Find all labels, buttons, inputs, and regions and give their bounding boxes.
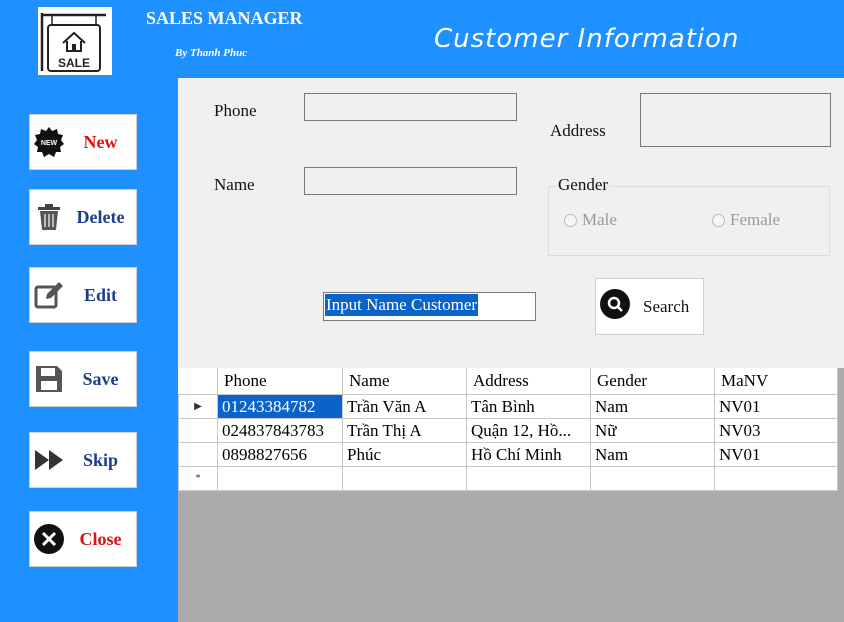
current-row-arrow-icon: ▶ <box>178 394 218 419</box>
app-title: SALES MANAGER <box>146 8 303 28</box>
search-button[interactable]: Search <box>595 278 704 335</box>
edit-button-label: Edit <box>83 284 117 305</box>
female-radio-circle <box>712 213 725 227</box>
column-header-name[interactable]: Name <box>342 368 467 395</box>
table-cell[interactable]: NV01 <box>714 442 838 467</box>
table-cell[interactable]: Trần Thị A <box>342 418 467 443</box>
row-header-corner <box>178 368 218 395</box>
table-cell[interactable]: Nam <box>590 394 715 419</box>
table-cell[interactable]: NV01 <box>714 394 838 419</box>
table-cell[interactable]: NV03 <box>714 418 838 443</box>
table-header-row: Phone Name Address Gender MaNV <box>178 368 838 395</box>
save-button-label: Save <box>82 368 119 389</box>
skip-button[interactable]: Skip <box>29 432 137 488</box>
table-cell[interactable] <box>466 466 591 491</box>
table-cell[interactable]: Quận 12, Hồ... <box>466 418 591 443</box>
close-button-label: Close <box>79 528 122 549</box>
new-button[interactable]: NEW New <box>29 114 137 170</box>
table-row[interactable]: ▶ 01243384782 Trần Văn A Tân Bình Nam NV… <box>178 394 838 419</box>
sidebar: NEW New Delete Edit Save Skip Close <box>0 78 178 622</box>
skip-button-label: Skip <box>82 449 119 470</box>
sale-logo: SALE <box>38 7 112 75</box>
pencil-edit-icon <box>33 279 65 311</box>
save-button[interactable]: Save <box>29 351 137 407</box>
name-input[interactable] <box>304 167 517 195</box>
table-cell[interactable]: Nữ <box>590 418 715 443</box>
table-cell[interactable]: Nam <box>590 442 715 467</box>
name-label: Name <box>214 175 255 194</box>
table-cell[interactable]: Phúc <box>342 442 467 467</box>
fast-forward-icon <box>33 444 65 476</box>
new-row-asterisk-icon: * <box>178 466 218 491</box>
sale-sign-icon: SALE <box>40 13 106 72</box>
phone-label: Phone <box>214 101 257 120</box>
close-circle-icon <box>33 523 65 555</box>
address-input[interactable] <box>640 93 831 147</box>
table-cell[interactable]: 024837843783 <box>217 418 343 443</box>
customer-table: Phone Name Address Gender MaNV ▶ 0124338… <box>178 368 838 491</box>
search-icon <box>599 288 631 325</box>
logo-text: SALE <box>58 56 90 70</box>
row-header <box>178 442 218 467</box>
new-badge-icon: NEW <box>33 126 65 158</box>
header-bar: SALE SALES MANAGER By Thanh Phuc Custome… <box>0 0 844 78</box>
page-title: Customer Information <box>434 24 740 54</box>
gender-label: Gender <box>556 175 611 195</box>
female-radio-label: Female <box>730 210 781 229</box>
search-name-input[interactable]: Input Name Customer <box>323 292 536 321</box>
table-row[interactable]: 0898827656 Phúc Hồ Chí Minh Nam NV01 <box>178 442 838 467</box>
search-button-label: Search <box>643 296 690 316</box>
table-cell[interactable]: 0898827656 <box>217 442 343 467</box>
floppy-disk-icon <box>33 363 65 395</box>
male-radio-label: Male <box>582 210 617 229</box>
phone-input[interactable] <box>304 93 517 121</box>
app-subtitle: By Thanh Phuc <box>175 47 248 59</box>
male-radio[interactable]: Male <box>564 210 617 230</box>
table-cell[interactable]: Tân Bình <box>466 394 591 419</box>
close-button[interactable]: Close <box>29 511 137 567</box>
customer-grid[interactable]: Phone Name Address Gender MaNV ▶ 0124338… <box>178 368 844 622</box>
column-header-phone[interactable]: Phone <box>217 368 343 395</box>
new-row[interactable]: * <box>178 466 838 491</box>
new-button-label: New <box>83 131 118 152</box>
row-header <box>178 418 218 443</box>
address-label: Address <box>550 121 606 140</box>
search-input-selected-text: Input Name Customer <box>325 294 479 316</box>
table-cell[interactable]: 01243384782 <box>217 394 343 419</box>
table-cell[interactable]: Trần Văn A <box>342 394 467 419</box>
table-cell[interactable] <box>590 466 715 491</box>
female-radio[interactable]: Female <box>712 210 780 230</box>
column-header-manv[interactable]: MaNV <box>714 368 838 395</box>
table-cell[interactable]: Hồ Chí Minh <box>466 442 591 467</box>
column-header-gender[interactable]: Gender <box>590 368 715 395</box>
trash-icon <box>33 201 65 233</box>
table-cell[interactable] <box>714 466 838 491</box>
table-cell[interactable] <box>342 466 467 491</box>
column-header-address[interactable]: Address <box>466 368 591 395</box>
delete-button-label: Delete <box>76 206 125 227</box>
edit-button[interactable]: Edit <box>29 267 137 323</box>
svg-text:NEW: NEW <box>41 140 58 147</box>
table-row[interactable]: 024837843783 Trần Thị A Quận 12, Hồ... N… <box>178 418 838 443</box>
table-cell[interactable] <box>217 466 343 491</box>
delete-button[interactable]: Delete <box>29 189 137 245</box>
male-radio-circle <box>564 213 577 227</box>
